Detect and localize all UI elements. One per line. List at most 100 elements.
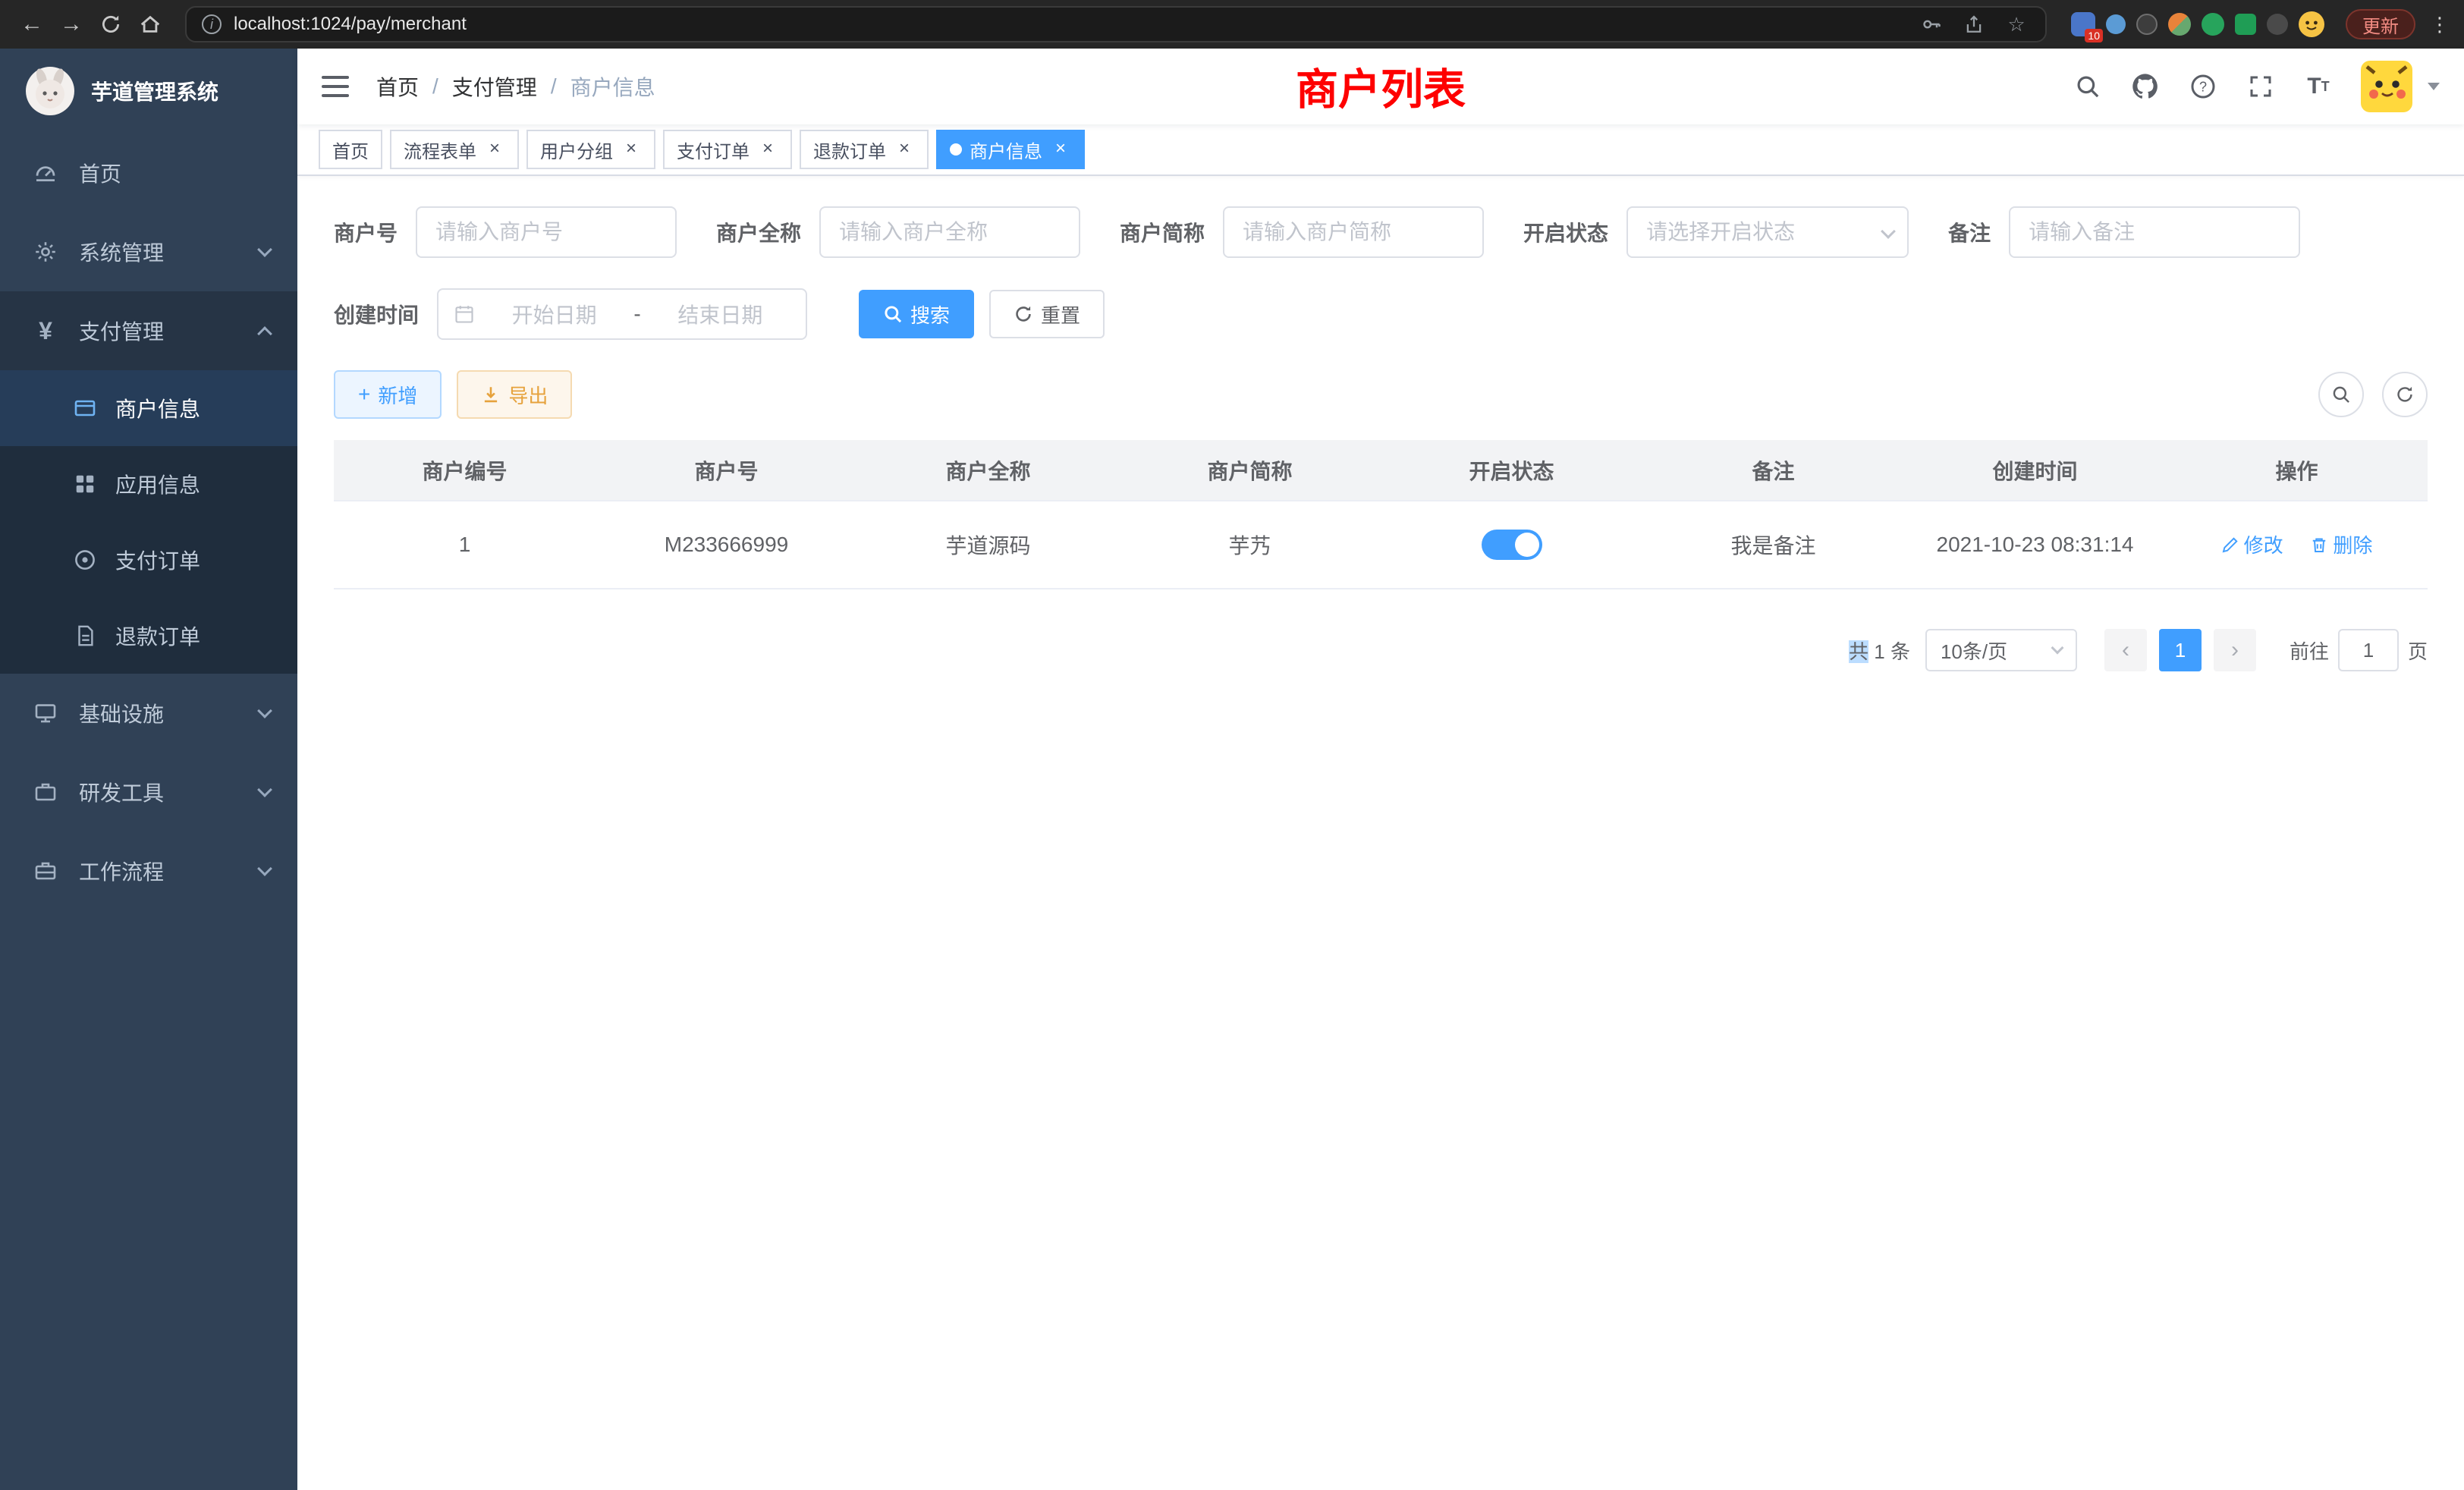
cell-create-time: 2021-10-23 08:31:14 (1904, 501, 2166, 589)
extension-icon-5[interactable] (2202, 13, 2224, 36)
browser-reload-icon[interactable] (91, 5, 130, 44)
app-logo[interactable]: 芋道管理系统 (0, 49, 297, 134)
password-key-icon[interactable] (1918, 11, 1945, 38)
sidebar-item-pay-order[interactable]: 支付订单 (0, 522, 297, 598)
sidebar-item-workflow[interactable]: 工作流程 (0, 831, 297, 910)
tab-process-form[interactable]: 流程表单 × (390, 130, 519, 169)
avatar-caret-icon[interactable] (2428, 83, 2440, 90)
tab-refund-order[interactable]: 退款订单 × (800, 130, 929, 169)
browser-extensions: 10 (2071, 11, 2324, 37)
merchant-no-input[interactable] (416, 206, 677, 258)
reset-button-label: 重置 (1041, 300, 1080, 328)
edit-link[interactable]: 修改 (2221, 530, 2283, 558)
merchant-no-label: 商户号 (334, 217, 398, 247)
remark-input[interactable] (2009, 206, 2300, 258)
sidebar-item-dev-tools[interactable]: 研发工具 (0, 753, 297, 831)
tab-label: 退款订单 (813, 137, 886, 163)
browser-forward-icon[interactable]: → (52, 5, 91, 44)
url-text: localhost:1024/pay/merchant (234, 14, 467, 35)
pagination-total-count: 1 (1874, 640, 1884, 663)
workflow-icon (30, 859, 61, 883)
browser-update-button[interactable]: 更新 (2346, 9, 2415, 39)
main-area: 首页 / 支付管理 / 商户信息 商户列表 ? (297, 49, 2464, 1490)
sidebar-item-payment[interactable]: ¥ 支付管理 (0, 291, 297, 370)
extension-icon-1[interactable]: 10 (2071, 12, 2095, 36)
cell-remark: 我是备注 (1642, 501, 1904, 589)
extension-icon-2[interactable] (2106, 14, 2126, 34)
extension-icon-3[interactable] (2136, 14, 2158, 35)
extension-icon-7[interactable] (2267, 14, 2288, 35)
full-name-input[interactable] (819, 206, 1080, 258)
tab-label: 支付订单 (677, 137, 750, 163)
next-page-button[interactable]: › (2214, 629, 2256, 671)
bookmark-star-icon[interactable]: ☆ (2003, 11, 2030, 38)
chevron-down-icon (257, 703, 272, 718)
browser-back-icon[interactable]: ← (12, 5, 52, 44)
breadcrumb-home[interactable]: 首页 (376, 71, 419, 102)
table-header-row: 商户编号 商户号 商户全称 商户简称 开启状态 备注 创建时间 操作 (334, 440, 2428, 501)
grid-icon (70, 473, 100, 495)
status-toggle[interactable] (1482, 530, 1542, 560)
extension-icon-6[interactable] (2235, 14, 2256, 35)
tab-close-icon[interactable]: × (894, 139, 915, 160)
goto-page-input[interactable] (2338, 629, 2399, 671)
sidebar-item-refund-order[interactable]: 退款订单 (0, 598, 297, 674)
tab-close-icon[interactable]: × (621, 139, 642, 160)
date-start-placeholder: 开始日期 (484, 299, 624, 329)
breadcrumb-payment[interactable]: 支付管理 (452, 71, 537, 102)
user-avatar[interactable] (2361, 61, 2412, 112)
table-row: 1 M233666999 芋道源码 芋艿 我是备注 2021-10-23 08:… (334, 501, 2428, 589)
address-bar[interactable]: i localhost:1024/pay/merchant ☆ (185, 6, 2047, 42)
tags-view-bar: 首页 流程表单 × 用户分组 × 支付订单 × 退款订单 × (297, 124, 2464, 176)
export-button[interactable]: 导出 (457, 370, 572, 419)
page-info-icon[interactable]: i (202, 14, 222, 34)
sidebar-item-label: 首页 (79, 158, 121, 188)
share-icon[interactable] (1960, 11, 1988, 38)
add-button[interactable]: + 新增 (334, 370, 442, 419)
sidebar-item-home[interactable]: 首页 (0, 134, 297, 212)
page-size-select[interactable]: 10条/页 (1925, 629, 2077, 671)
toggle-search-icon-button[interactable] (2318, 372, 2364, 417)
browser-menu-icon[interactable]: ⋮ (2428, 13, 2452, 36)
search-button[interactable]: 搜索 (859, 290, 974, 338)
tab-pay-order[interactable]: 支付订单 × (663, 130, 792, 169)
extension-icon-4[interactable] (2168, 13, 2191, 36)
create-time-range-picker[interactable]: 开始日期 - 结束日期 (437, 288, 807, 340)
sidebar-item-label: 商户信息 (115, 393, 200, 423)
edit-pencil-icon (2221, 536, 2239, 554)
github-icon[interactable] (2130, 71, 2161, 102)
chevron-down-icon (2051, 642, 2063, 655)
sidebar-item-app-info[interactable]: 应用信息 (0, 446, 297, 522)
svg-text:?: ? (2199, 79, 2207, 94)
toolbox-icon (30, 780, 61, 804)
sidebar-toggle-icon[interactable] (322, 76, 349, 97)
status-select[interactable] (1626, 206, 1909, 258)
tab-close-icon[interactable]: × (757, 139, 778, 160)
tab-user-group[interactable]: 用户分组 × (526, 130, 655, 169)
search-icon[interactable] (2073, 71, 2103, 102)
prev-page-button[interactable]: ‹ (2104, 629, 2147, 671)
search-icon (883, 304, 903, 324)
short-name-input[interactable] (1223, 206, 1484, 258)
logo-avatar (24, 65, 76, 117)
yen-icon: ¥ (30, 317, 61, 345)
tab-home[interactable]: 首页 (319, 130, 382, 169)
reset-button[interactable]: 重置 (989, 290, 1105, 338)
sidebar-item-merchant-info[interactable]: 商户信息 (0, 370, 297, 446)
sidebar-item-infrastructure[interactable]: 基础设施 (0, 674, 297, 753)
page-number-1[interactable]: 1 (2159, 629, 2202, 671)
delete-link[interactable]: 删除 (2310, 530, 2372, 558)
tab-merchant-info[interactable]: 商户信息 × (936, 130, 1085, 169)
col-create-time: 创建时间 (1904, 440, 2166, 501)
tab-close-icon[interactable]: × (484, 139, 505, 160)
browser-home-icon[interactable] (130, 5, 170, 44)
pagination-total-suffix: 条 (1890, 640, 1910, 663)
sidebar-item-system[interactable]: 系统管理 (0, 212, 297, 291)
sidebar-item-label: 退款订单 (115, 621, 200, 651)
refresh-table-icon-button[interactable] (2382, 372, 2428, 417)
help-icon[interactable]: ? (2188, 71, 2218, 102)
fullscreen-icon[interactable] (2246, 71, 2276, 102)
profile-avatar-icon[interactable] (2299, 11, 2324, 37)
tab-close-icon[interactable]: × (1050, 139, 1071, 160)
font-size-icon[interactable]: TT (2303, 71, 2334, 102)
